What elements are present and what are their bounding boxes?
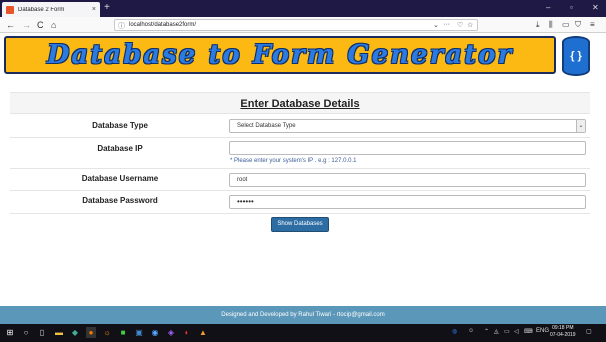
tab-title: Database 2 Form	[18, 6, 65, 13]
form-title: Enter Database Details	[240, 98, 360, 110]
browser-tab[interactable]: Database 2 Form ×	[2, 2, 100, 17]
people-icon[interactable]: ☺	[468, 328, 474, 334]
site-favicon-icon	[6, 5, 14, 14]
new-tab-button[interactable]: +	[104, 2, 110, 14]
database-ip-input[interactable]	[229, 141, 586, 155]
database-ip-hint: * Please enter your system's IP . e.g : …	[230, 158, 357, 164]
firefox-icon[interactable]: ●	[86, 327, 96, 338]
language-indicator[interactable]: ENG	[536, 328, 549, 334]
forward-button[interactable]: →	[22, 19, 31, 31]
tab-close-icon[interactable]: ×	[92, 6, 96, 13]
form-row-database-username: Database Username root	[10, 169, 590, 191]
show-databases-button[interactable]: Show Databases	[271, 217, 329, 232]
chevron-up-icon[interactable]: ⌃	[484, 328, 489, 335]
app-icon[interactable]: ◈	[166, 327, 176, 338]
windows-start-icon[interactable]: ⊞	[5, 327, 15, 338]
database-username-input[interactable]: root	[229, 173, 586, 187]
close-window-button[interactable]: ✕	[592, 2, 599, 14]
database-password-label: Database Password	[82, 196, 158, 205]
database-type-label: Database Type	[92, 121, 148, 130]
app-icon[interactable]: ▣	[134, 327, 144, 338]
reload-button[interactable]: C	[37, 19, 44, 31]
form-header: Enter Database Details	[10, 92, 590, 114]
maximize-button[interactable]: ▫	[570, 2, 573, 14]
download-icon[interactable]: ⤓	[536, 20, 540, 30]
volume-icon[interactable]: ◁	[514, 328, 519, 335]
tray-app-icon[interactable]: ◍	[452, 328, 457, 335]
database-form: Enter Database Details Database Type Sel…	[10, 92, 590, 214]
notifications-icon[interactable]: ▢	[586, 328, 592, 335]
library-icon[interactable]: ⫼	[549, 20, 553, 30]
app-icon[interactable]: ■	[118, 327, 128, 338]
banner-title: Database to Form Generator	[46, 40, 514, 70]
minimize-button[interactable]: –	[546, 2, 550, 14]
sidebar-icon[interactable]: ▭	[562, 20, 570, 29]
menu-icon[interactable]: ≡	[590, 20, 595, 29]
page-actions-icon[interactable]: ···	[443, 21, 450, 28]
banner: Database to Form Generator	[4, 36, 556, 74]
system-clock[interactable]: 09:18 PM 07-04-2019	[550, 325, 576, 339]
app-icon[interactable]: ▲	[198, 327, 208, 338]
clock-time: 09:18 PM	[552, 325, 574, 331]
chevron-down-icon: ⌄	[576, 120, 585, 132]
clock-date: 07-04-2019	[550, 332, 576, 338]
network-icon[interactable]: ◬	[494, 328, 499, 335]
form-row-database-ip: Database IP * Please enter your system's…	[10, 138, 590, 169]
keyboard-icon[interactable]: ⌨	[524, 328, 533, 335]
os-taskbar: ⊞ ○ ▯ ▬ ◆ ● ☼ ■ ▣ ◉ ◈ ◐ ▲ ◍ ☺ ⌃ ◬ ▭ ◁ ⌨ …	[0, 324, 606, 342]
url-text[interactable]: localhost/database2form/	[129, 22, 196, 28]
database-password-input[interactable]: ••••••	[229, 195, 586, 209]
app-icon[interactable]: ◆	[70, 327, 80, 338]
app-icon[interactable]: ◉	[150, 327, 160, 338]
pocket-icon[interactable]: ♡	[457, 21, 463, 29]
browser-tab-bar: Database 2 Form × + – ▫ ✕	[0, 0, 606, 17]
back-button[interactable]: ←	[6, 19, 15, 31]
bookmark-star-icon[interactable]: ☆	[467, 21, 473, 29]
search-icon[interactable]: ○	[21, 327, 31, 338]
database-logo-icon: { }	[562, 36, 590, 76]
database-username-label: Database Username	[81, 174, 159, 183]
database-type-value: Select Database Type	[237, 123, 296, 129]
url-dropdown-icon[interactable]: ⌄	[433, 21, 439, 29]
browser-nav-bar: ← → C ⌂ ⓘ localhost/database2form/ ⌄ ···…	[0, 17, 606, 33]
form-row-database-password: Database Password ••••••	[10, 191, 590, 214]
app-icon[interactable]: ◐	[182, 327, 192, 338]
app-icon[interactable]: ☼	[102, 327, 112, 338]
address-bar[interactable]: ⓘ localhost/database2form/ ⌄ ··· ♡ ☆	[114, 19, 478, 31]
info-icon[interactable]: ⓘ	[118, 21, 125, 31]
page-footer: Designed and Developed by Rahul Tiwari -…	[0, 306, 606, 324]
file-explorer-icon[interactable]: ▬	[54, 327, 64, 338]
database-ip-label: Database IP	[97, 144, 143, 153]
shield-icon[interactable]: ⛉	[575, 20, 581, 30]
database-type-select[interactable]: Select Database Type ⌄	[229, 119, 586, 133]
battery-icon[interactable]: ▭	[504, 328, 510, 335]
form-row-database-type: Database Type Select Database Type ⌄	[10, 115, 590, 138]
task-view-icon[interactable]: ▯	[37, 327, 47, 338]
home-button[interactable]: ⌂	[51, 19, 56, 31]
